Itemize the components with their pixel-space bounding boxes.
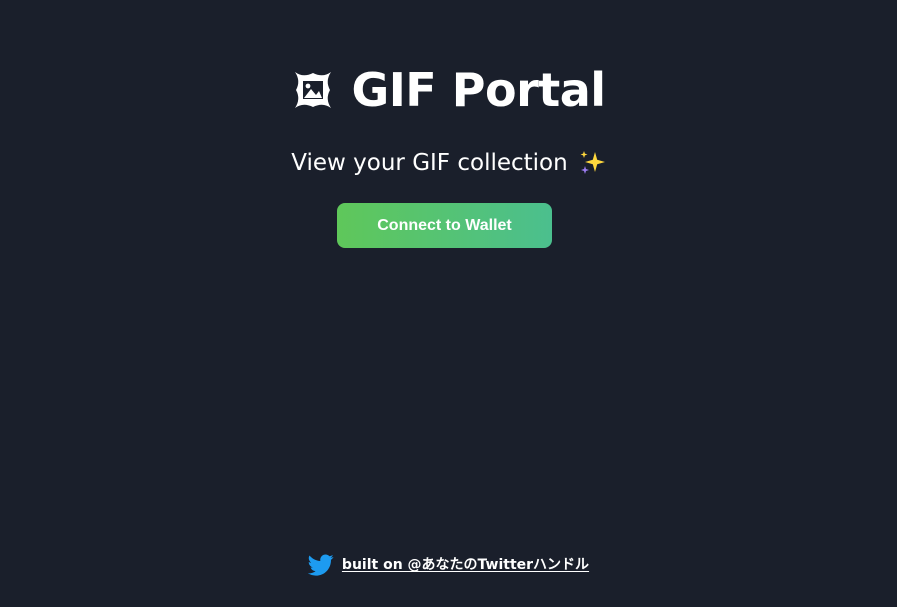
page-subtitle: View your GIF collection — [291, 150, 568, 176]
sparkles-icon — [578, 149, 606, 177]
footer: built on @あなたのTwitterハンドル — [0, 552, 897, 578]
twitter-bird-icon — [307, 552, 334, 578]
subtitle-row: View your GIF collection — [0, 146, 897, 180]
connect-wallet-button[interactable]: Connect to Wallet — [337, 203, 552, 248]
picture-frame-icon — [291, 68, 335, 112]
title-row: GIF Portal — [0, 60, 897, 120]
twitter-handle-link[interactable]: built on @あなたのTwitterハンドル — [342, 552, 589, 578]
page-title: GIF Portal — [351, 63, 606, 117]
